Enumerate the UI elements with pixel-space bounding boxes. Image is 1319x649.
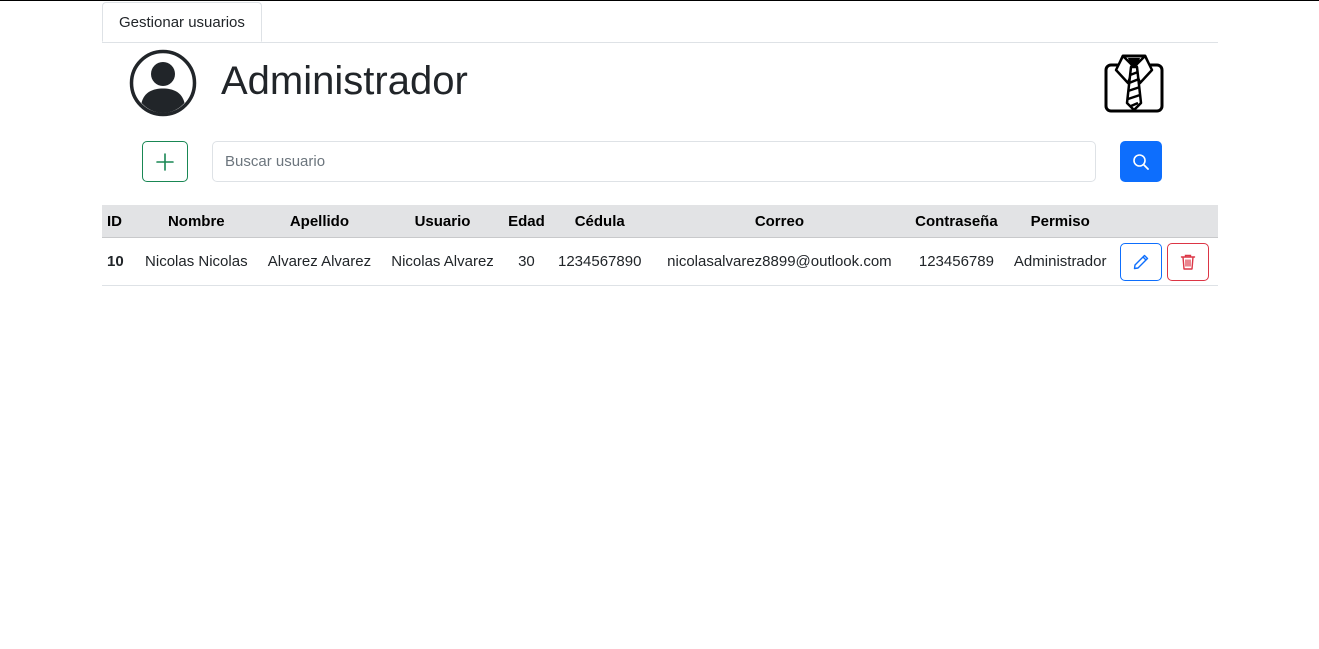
column-header-usuario: Usuario	[381, 205, 504, 238]
plus-icon	[156, 152, 174, 171]
cell-id: 10	[102, 237, 135, 286]
cell-edad: 30	[503, 237, 549, 286]
users-table: ID Nombre Apellido Usuario Edad Cédula C…	[102, 205, 1218, 286]
cell-usuario: Nicolas Alvarez	[381, 237, 504, 286]
add-user-button[interactable]	[142, 141, 188, 182]
cell-apellido: Alvarez Alvarez	[257, 237, 382, 286]
toolbar	[102, 141, 1218, 205]
column-header-apellido: Apellido	[257, 205, 382, 238]
table-header-row: ID Nombre Apellido Usuario Edad Cédula C…	[102, 205, 1218, 238]
cell-contrasena: 123456789	[908, 237, 1005, 286]
column-header-cedula: Cédula	[548, 205, 651, 238]
table-body: 10 Nicolas Nicolas Alvarez Alvarez Nicol…	[102, 237, 1218, 286]
tab-gestionar-usuarios[interactable]: Gestionar usuarios	[102, 2, 262, 42]
shirt-tie-icon	[1104, 54, 1164, 113]
page-header: Administrador	[102, 43, 1218, 141]
delete-user-button[interactable]	[1167, 242, 1209, 281]
cell-actions	[1116, 237, 1218, 286]
column-header-permiso: Permiso	[1004, 205, 1116, 238]
column-header-contrasena: Contraseña	[908, 205, 1005, 238]
main-container: Gestionar usuarios Administrador Buscar …	[102, 1, 1218, 286]
cell-nombre: Nicolas Nicolas	[135, 237, 258, 286]
tab-bar: Gestionar usuarios	[102, 1, 1218, 43]
search-button[interactable]	[1120, 141, 1162, 182]
column-header-nombre: Nombre	[135, 205, 258, 238]
edit-user-button[interactable]	[1120, 242, 1162, 281]
page-title: Administrador	[221, 59, 468, 103]
search-icon	[1133, 153, 1149, 170]
cell-cedula: 1234567890	[548, 237, 651, 286]
table-header: ID Nombre Apellido Usuario Edad Cédula C…	[102, 205, 1218, 238]
search-input[interactable]	[212, 141, 1096, 182]
trash-icon	[1180, 254, 1196, 270]
cell-correo: nicolasalvarez8899@outlook.com	[650, 237, 909, 286]
row-actions	[1120, 242, 1214, 281]
user-circle-icon	[129, 49, 197, 117]
column-header-id: ID	[102, 205, 135, 238]
cell-permiso: Administrador	[1004, 237, 1116, 286]
column-header-actions	[1116, 205, 1218, 238]
column-header-correo: Correo	[650, 205, 909, 238]
table-row: 10 Nicolas Nicolas Alvarez Alvarez Nicol…	[102, 237, 1218, 286]
column-header-edad: Edad	[503, 205, 549, 238]
pencil-icon	[1133, 254, 1149, 269]
